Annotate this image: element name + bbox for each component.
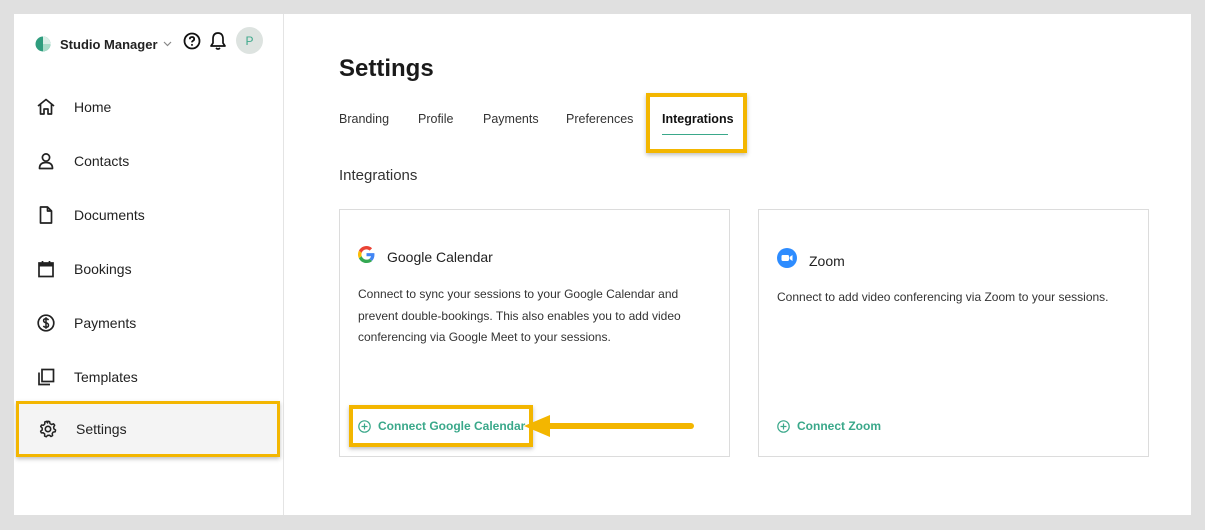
- studio-switcher-label[interactable]: Studio Manager: [60, 37, 158, 52]
- sidebar: Studio Manager P Home Contacts Documents…: [14, 14, 284, 515]
- calendar-icon: [36, 259, 56, 279]
- integration-description: Connect to add video conferencing via Zo…: [777, 290, 1109, 304]
- tab-payments[interactable]: Payments: [483, 112, 539, 126]
- app-window: Studio Manager P Home Contacts Documents…: [14, 14, 1191, 515]
- connect-google-calendar-button[interactable]: Connect Google Calendar: [358, 419, 525, 433]
- gear-icon: [38, 419, 58, 439]
- sidebar-item-settings[interactable]: Settings: [16, 401, 280, 457]
- integration-name: Google Calendar: [387, 249, 493, 265]
- tab-integrations[interactable]: Integrations: [646, 93, 747, 153]
- zoom-icon: [777, 248, 797, 273]
- sidebar-item-documents[interactable]: Documents: [14, 188, 283, 242]
- templates-icon: [36, 367, 56, 387]
- google-icon: [358, 246, 375, 268]
- sidebar-item-label: Home: [74, 99, 112, 115]
- sidebar-item-bookings[interactable]: Bookings: [14, 242, 283, 296]
- tab-branding[interactable]: Branding: [339, 112, 389, 126]
- sidebar-item-home[interactable]: Home: [14, 80, 283, 134]
- integration-name: Zoom: [809, 252, 845, 269]
- person-icon: [36, 151, 56, 171]
- document-icon: [36, 205, 56, 225]
- add-circle-icon: [777, 419, 790, 433]
- tab-profile[interactable]: Profile: [418, 112, 453, 126]
- add-circle-icon: [358, 419, 371, 433]
- active-tab-indicator: [662, 134, 728, 135]
- sidebar-item-templates[interactable]: Templates: [14, 350, 283, 404]
- tab-preferences[interactable]: Preferences: [566, 112, 633, 126]
- avatar[interactable]: P: [236, 27, 263, 54]
- sidebar-item-label: Contacts: [74, 153, 130, 169]
- sidebar-item-label: Documents: [74, 207, 145, 223]
- chevron-down-icon[interactable]: [163, 41, 172, 47]
- connect-label: Connect Google Calendar: [378, 419, 526, 433]
- sidebar-item-contacts[interactable]: Contacts: [14, 134, 283, 188]
- bell-icon[interactable]: [209, 31, 227, 51]
- card-header: Zoom: [777, 248, 845, 273]
- card-header: Google Calendar: [358, 246, 493, 268]
- sidebar-item-label: Bookings: [74, 261, 132, 277]
- help-icon[interactable]: [183, 32, 201, 50]
- integration-description: Connect to sync your sessions to your Go…: [358, 287, 681, 344]
- connect-label: Connect Zoom: [797, 419, 881, 433]
- annotation-arrow-icon: [524, 415, 694, 437]
- studio-logo-icon: [35, 36, 51, 52]
- sidebar-item-payments[interactable]: Payments: [14, 296, 283, 350]
- home-icon: [36, 97, 56, 117]
- sidebar-item-label: Settings: [76, 421, 127, 437]
- brand-header: Studio Manager P: [35, 27, 275, 57]
- integration-card-zoom: Zoom Connect to add video conferencing v…: [758, 209, 1149, 457]
- sidebar-item-label: Payments: [74, 315, 137, 331]
- page-title: Settings: [339, 55, 434, 82]
- dollar-icon: [36, 313, 56, 333]
- connect-zoom-button[interactable]: Connect Zoom: [777, 419, 881, 433]
- tab-integrations-label: Integrations: [662, 112, 734, 126]
- sidebar-item-label: Templates: [74, 369, 138, 385]
- main-content: Settings Branding Profile Payments Prefe…: [285, 14, 1191, 515]
- section-title: Integrations: [339, 167, 418, 184]
